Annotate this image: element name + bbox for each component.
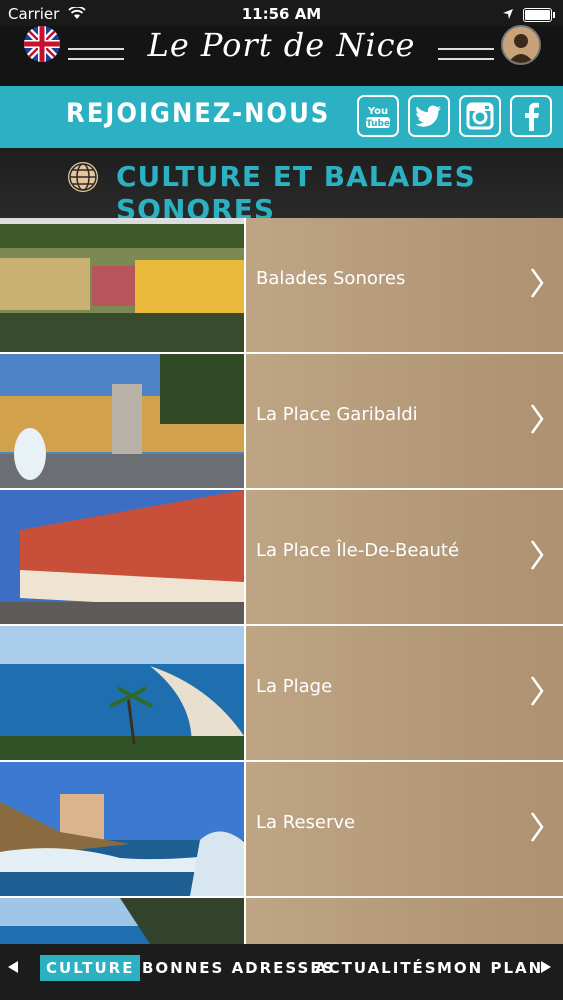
places-list: Balades Sonores La Place Garibaldi La Pl…	[0, 218, 563, 944]
list-item-panel: La Place Île-De-Beauté	[246, 490, 563, 624]
list-item-panel: Balades Sonores	[246, 218, 563, 352]
youtube-icon[interactable]: You Tube	[357, 95, 399, 137]
svg-text:Tube: Tube	[366, 119, 390, 129]
tab-bar: CULTURE BONNES ADRESSES ACTUALITÉS MON P…	[0, 944, 563, 1000]
chevron-right-icon	[530, 540, 544, 570]
list-item-label: La Place Île-De-Beauté	[256, 540, 460, 561]
chevron-right-icon	[530, 812, 544, 842]
thumbnail-image	[0, 898, 244, 944]
join-label: REJOIGNEZ-NOUS	[66, 98, 331, 129]
list-item-label: La Plage	[256, 676, 333, 697]
battery-icon	[523, 8, 555, 22]
list-item-la-reserve[interactable]: La Reserve	[0, 762, 563, 896]
list-item-place-garibaldi[interactable]: La Place Garibaldi	[0, 354, 563, 488]
chevron-right-icon	[530, 404, 544, 434]
list-item-la-plage[interactable]: La Plage	[0, 626, 563, 760]
list-item-label: La Reserve	[256, 812, 356, 833]
twitter-icon[interactable]	[408, 95, 450, 137]
status-bar: Carrier 11:56 AM	[0, 0, 563, 26]
list-item-panel: La Reserve	[246, 762, 563, 896]
scroll-left-icon[interactable]	[8, 961, 18, 973]
list-item-balades-sonores[interactable]: Balades Sonores	[0, 218, 563, 352]
instagram-icon[interactable]	[459, 95, 501, 137]
list-item-partial[interactable]	[0, 898, 563, 944]
tab-bonnes-adresses[interactable]: BONNES ADRESSES	[142, 955, 335, 981]
list-item-label: La Place Garibaldi	[256, 404, 418, 425]
scroll-right-icon[interactable]	[541, 961, 551, 973]
tab-culture[interactable]: CULTURE	[40, 955, 141, 981]
thumbnail-image	[0, 762, 244, 896]
tab-mon-plan[interactable]: MON PLAN	[437, 955, 543, 981]
thumbnail-image	[0, 490, 244, 624]
facebook-icon[interactable]	[510, 95, 552, 137]
tab-actualites[interactable]: ACTUALITÉS	[315, 955, 438, 981]
thumbnail-image	[0, 354, 244, 488]
clock: 11:56 AM	[241, 5, 322, 23]
list-item-panel: La Place Garibaldi	[246, 354, 563, 488]
header-divider	[438, 48, 494, 60]
globe-icon	[68, 162, 98, 192]
chevron-right-icon	[530, 676, 544, 706]
list-item-place-ile-de-beaute[interactable]: La Place Île-De-Beauté	[0, 490, 563, 624]
section-header: CULTURE ET BALADES SONORES	[0, 148, 563, 226]
list-item-panel: La Plage	[246, 626, 563, 760]
thumbnail-image	[0, 218, 244, 352]
user-avatar-icon[interactable]	[501, 25, 541, 65]
svg-text:You: You	[367, 106, 388, 117]
list-item-panel	[246, 898, 563, 944]
app-header: Le Port de Nice	[0, 25, 563, 86]
thumbnail-image	[0, 626, 244, 760]
chevron-right-icon	[530, 268, 544, 298]
social-bar: REJOIGNEZ-NOUS You Tube	[0, 86, 563, 148]
list-item-label: Balades Sonores	[256, 268, 406, 289]
location-arrow-icon	[502, 6, 514, 24]
section-title: CULTURE ET BALADES SONORES	[116, 160, 476, 226]
